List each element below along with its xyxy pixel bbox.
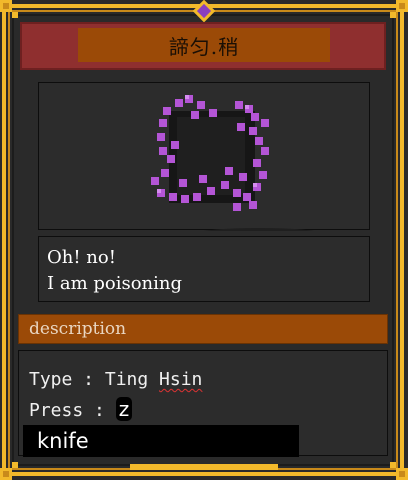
type-value: Ting Hsin (104, 369, 203, 390)
corner-ornament-icon (386, 458, 408, 480)
card-title: 諦匀.稍 (168, 34, 240, 59)
poison-sprite-icon (151, 95, 314, 231)
title-banner: 諦匀.稍 (20, 22, 386, 70)
message-line: I am poisoning (47, 273, 183, 294)
title-plate: 諦匀.稍 (78, 28, 330, 62)
type-label: Type : (29, 369, 105, 390)
description-body: Type : Ting Hsin Press : z knife (18, 350, 388, 457)
message-line: Oh! no! (47, 247, 116, 268)
corner-ornament-icon (0, 458, 22, 480)
key-badge: z (115, 397, 133, 421)
description-header: description (18, 314, 388, 344)
item-name: knife (37, 429, 89, 453)
bottom-bar (130, 464, 278, 470)
corner-ornament-icon (386, 0, 408, 22)
description-header-label: description (29, 319, 127, 339)
item-card: 諦匀.稍 Oh! no! I am poisoning description … (0, 0, 408, 480)
type-line: Type : Ting Hsin (29, 369, 202, 390)
item-name-bar: knife (23, 425, 299, 457)
press-label: Press : (29, 400, 116, 421)
sprite-panel (38, 82, 370, 231)
press-line: Press : z (29, 397, 133, 421)
corner-ornament-icon (0, 0, 22, 22)
message-box: Oh! no! I am poisoning (38, 236, 370, 302)
